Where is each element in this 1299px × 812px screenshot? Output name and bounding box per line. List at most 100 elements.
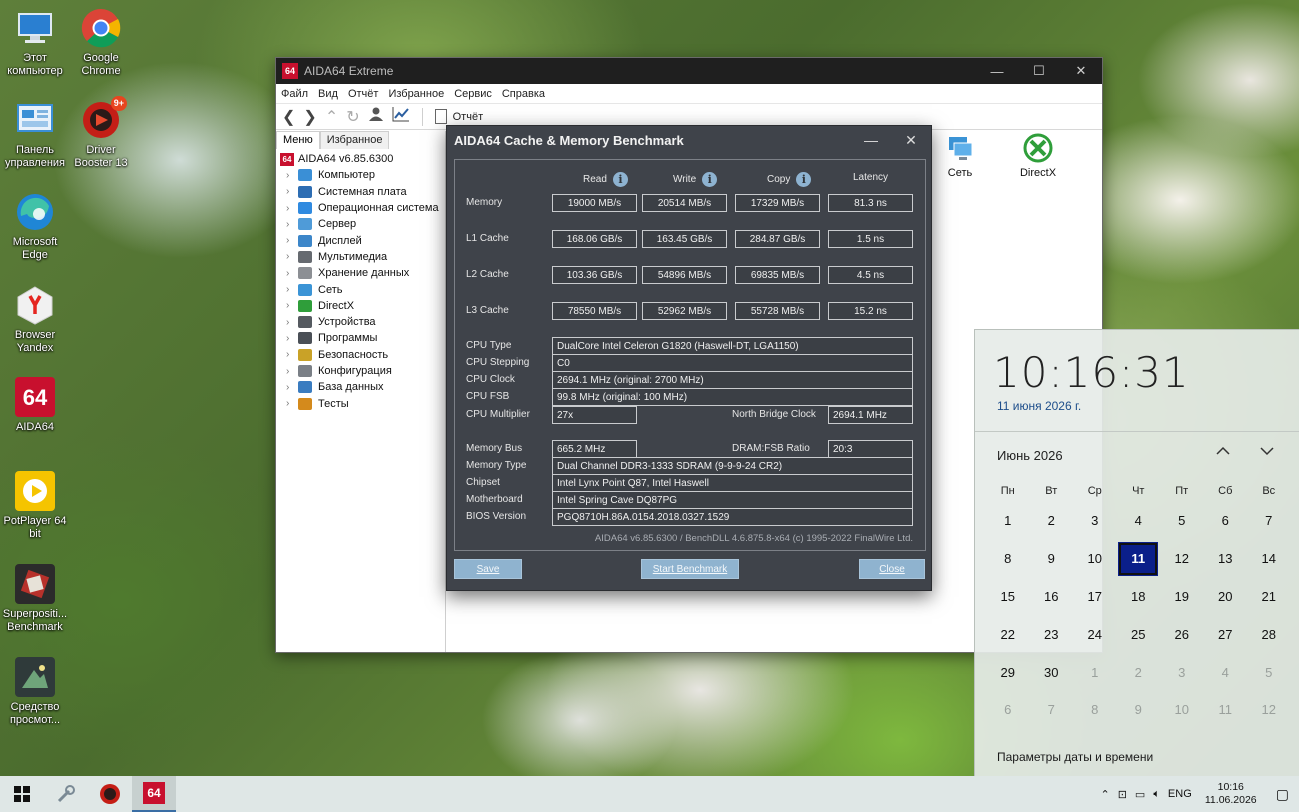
calendar-day[interactable]: 9 (1030, 540, 1074, 578)
tree-item[interactable]: › DirectX (276, 298, 445, 314)
calendar-day[interactable]: 15 (986, 578, 1030, 616)
chevron-right-icon[interactable]: › (286, 203, 298, 214)
calendar-day[interactable]: 17 (1073, 578, 1117, 616)
tree-item[interactable]: › Безопасность (276, 347, 445, 363)
up-icon[interactable]: ⌃ (325, 107, 338, 127)
desktop-icon-control-panel[interactable]: Панель управления (0, 100, 70, 170)
content-item-network[interactable]: Сеть (936, 133, 984, 179)
menu-service[interactable]: Сервис (454, 88, 492, 100)
tree-item[interactable]: › Компьютер (276, 167, 445, 183)
chevron-right-icon[interactable]: › (286, 284, 298, 295)
calendar-day[interactable]: 7 (1030, 691, 1074, 729)
date-link[interactable]: 11 июня 2026 г. (997, 399, 1081, 413)
calendar-day[interactable]: 23 (1030, 615, 1074, 653)
calendar-day[interactable]: 1 (986, 502, 1030, 540)
maximize-button[interactable]: ☐ (1018, 63, 1060, 79)
calendar-day[interactable]: 2 (1117, 653, 1161, 691)
tree-item[interactable]: › Программы (276, 330, 445, 346)
start-benchmark-button[interactable]: Start Benchmark (641, 559, 739, 579)
tree-root[interactable]: 64 AIDA64 v6.85.6300 (276, 151, 445, 167)
chevron-right-icon[interactable]: › (286, 349, 298, 360)
content-item-directx[interactable]: DirectX (1014, 133, 1062, 179)
chevron-right-icon[interactable]: › (286, 398, 298, 409)
calendar-day[interactable]: 6 (1204, 502, 1248, 540)
calendar-day[interactable]: 30 (1030, 653, 1074, 691)
volume-icon[interactable]: 🔈︎ (1153, 788, 1160, 801)
taskbar-clock[interactable]: 10:16 11.06.2026 (1200, 781, 1262, 807)
desktop-icon-edge[interactable]: Microsoft Edge (0, 192, 70, 262)
calendar-day-today[interactable]: 11 (1117, 540, 1161, 578)
calendar-day[interactable]: 28 (1247, 615, 1291, 653)
calendar-day[interactable]: 25 (1117, 615, 1161, 653)
calendar-day[interactable]: 4 (1117, 502, 1161, 540)
chevron-right-icon[interactable]: › (286, 382, 298, 393)
tab-menu[interactable]: Меню (276, 131, 320, 149)
forward-icon[interactable]: ❯ (303, 107, 316, 127)
close-button[interactable]: ✕ (1060, 63, 1102, 79)
calendar-day[interactable]: 7 (1247, 502, 1291, 540)
calendar-day[interactable]: 9 (1117, 691, 1161, 729)
chevron-right-icon[interactable]: › (286, 268, 298, 279)
calendar-day[interactable]: 16 (1030, 578, 1074, 616)
tab-favorites[interactable]: Избранное (319, 131, 390, 149)
tree-item[interactable]: › Дисплей (276, 232, 445, 248)
calendar-day[interactable]: 20 (1204, 578, 1248, 616)
tree-item[interactable]: › Конфигурация (276, 363, 445, 379)
dialog-close-action-button[interactable]: Close (859, 559, 925, 579)
chevron-right-icon[interactable]: › (286, 317, 298, 328)
calendar-day[interactable]: 10 (1073, 540, 1117, 578)
chevron-right-icon[interactable]: › (286, 251, 298, 262)
tree-item[interactable]: › База данных (276, 379, 445, 395)
chevron-down-icon[interactable] (1259, 444, 1275, 460)
calendar-day[interactable]: 1 (1073, 653, 1117, 691)
desktop-icon-chrome[interactable]: Google Chrome (66, 8, 136, 78)
calendar-day[interactable]: 10 (1160, 691, 1204, 729)
desktop-icon-this-pc[interactable]: Этот компьютер (0, 8, 70, 78)
calendar-day[interactable]: 2 (1030, 502, 1074, 540)
report-button[interactable]: Отчёт (434, 109, 483, 124)
desktop-icon-superposition[interactable]: Superpositi... Benchmark (0, 564, 70, 634)
chevron-right-icon[interactable]: › (286, 300, 298, 311)
calendar-day[interactable]: 12 (1247, 691, 1291, 729)
calendar-day[interactable]: 19 (1160, 578, 1204, 616)
tree-item[interactable]: › Мультимедиа (276, 249, 445, 265)
chevron-right-icon[interactable]: › (286, 186, 298, 197)
chevron-right-icon[interactable]: › (286, 235, 298, 246)
info-icon[interactable]: i (796, 172, 812, 187)
menu-file[interactable]: Файл (281, 88, 308, 100)
taskbar-app-driver-booster[interactable] (88, 776, 132, 812)
tree-item[interactable]: › Хранение данных (276, 265, 445, 281)
calendar-day[interactable]: 18 (1117, 578, 1161, 616)
calendar-day[interactable]: 13 (1204, 540, 1248, 578)
calendar-day[interactable]: 27 (1204, 615, 1248, 653)
taskbar-app-tool[interactable] (44, 776, 88, 812)
meet-now-icon[interactable]: ⊡ (1118, 788, 1127, 801)
date-time-settings-link[interactable]: Параметры даты и времени (997, 750, 1153, 764)
menu-favorites[interactable]: Избранное (388, 88, 444, 100)
menu-help[interactable]: Справка (502, 88, 545, 100)
desktop-icon-aida64[interactable]: 64 AIDA64 (0, 377, 70, 434)
chevron-right-icon[interactable]: › (286, 170, 298, 181)
chart-icon[interactable] (392, 106, 410, 127)
dialog-minimize-button[interactable]: — (851, 132, 891, 148)
calendar-day[interactable]: 3 (1160, 653, 1204, 691)
dialog-close-button[interactable]: ✕ (891, 132, 931, 149)
menu-view[interactable]: Вид (318, 88, 338, 100)
notification-icon[interactable]: ▢ (1276, 786, 1289, 803)
menu-report[interactable]: Отчёт (348, 88, 378, 100)
user-icon[interactable] (368, 106, 384, 127)
calendar-day[interactable]: 21 (1247, 578, 1291, 616)
desktop-icon-yandex[interactable]: Browser Yandex (0, 285, 70, 355)
tree-item[interactable]: › Системная плата (276, 184, 445, 200)
desktop-icon-driver-booster[interactable]: 9+ Driver Booster 13 (66, 96, 136, 170)
month-label[interactable]: Июнь 2026 (997, 448, 1063, 463)
calendar-day[interactable]: 8 (1073, 691, 1117, 729)
title-bar[interactable]: 64 AIDA64 Extreme — ☐ ✕ (276, 58, 1102, 84)
calendar-day[interactable]: 4 (1204, 653, 1248, 691)
chevron-up-icon[interactable] (1215, 444, 1231, 460)
calendar-day[interactable]: 26 (1160, 615, 1204, 653)
minimize-button[interactable]: — (976, 64, 1018, 79)
calendar-day[interactable]: 24 (1073, 615, 1117, 653)
calendar-day[interactable]: 8 (986, 540, 1030, 578)
dialog-title-bar[interactable]: AIDA64 Cache & Memory Benchmark — ✕ (447, 126, 931, 154)
